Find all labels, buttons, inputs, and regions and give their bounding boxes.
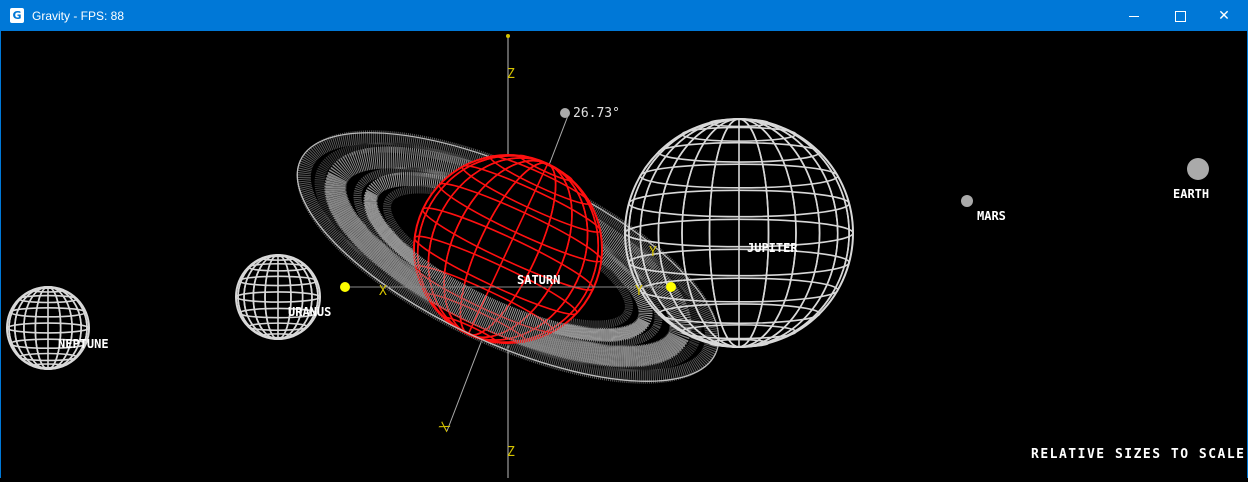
jupiter-sphere <box>624 118 854 348</box>
app-window: G Gravity - FPS: 88 ✕ Z Z 26.73° X Y Y X… <box>0 0 1248 478</box>
tilt-angle-readout: 26.73° <box>573 106 620 121</box>
uranus-sphere <box>235 254 321 340</box>
maximize-button[interactable] <box>1157 1 1203 31</box>
y-axis-marker <box>666 282 676 292</box>
z-axis-label-top: Z <box>507 67 515 82</box>
neptune-sphere <box>6 286 90 370</box>
minimize-icon <box>1129 15 1139 17</box>
neptune-label: NEPTUNE <box>58 337 109 351</box>
y-axis-label-right: Y <box>635 284 643 299</box>
earth-label: EARTH <box>1173 187 1209 201</box>
close-button[interactable]: ✕ <box>1201 1 1247 31</box>
mars-sphere <box>961 195 973 207</box>
spin-axis-marker <box>560 108 570 118</box>
window-title: Gravity - FPS: 88 <box>32 9 125 23</box>
x-axis-label-lower: X <box>437 420 454 434</box>
maximize-icon <box>1174 10 1186 22</box>
scene-canvas[interactable]: Z Z 26.73° X Y Y X NEPTUNE URANUS SATURN… <box>1 31 1247 478</box>
minimize-button[interactable] <box>1111 1 1157 31</box>
uranus-label: URANUS <box>288 305 331 319</box>
z-axis-top-marker <box>506 34 510 38</box>
x-axis-marker <box>340 282 350 292</box>
earth-sphere <box>1187 158 1209 180</box>
app-icon: G <box>10 8 24 23</box>
mars-label: MARS <box>977 209 1006 223</box>
close-icon: ✕ <box>1218 8 1230 24</box>
jupiter-label: JUPITER <box>747 241 798 255</box>
z-axis-label-bottom: Z <box>507 445 515 460</box>
title-bar[interactable]: G Gravity - FPS: 88 ✕ <box>1 1 1247 31</box>
saturn-label: SATURN <box>517 273 560 287</box>
y-axis-label-upper: Y <box>649 245 657 260</box>
scale-note: RELATIVE SIZES TO SCALE <box>1031 447 1246 462</box>
scene-svg: Z Z 26.73° X Y Y X NEPTUNE URANUS SATURN… <box>6 34 1209 478</box>
x-axis-label-left: X <box>379 284 387 299</box>
